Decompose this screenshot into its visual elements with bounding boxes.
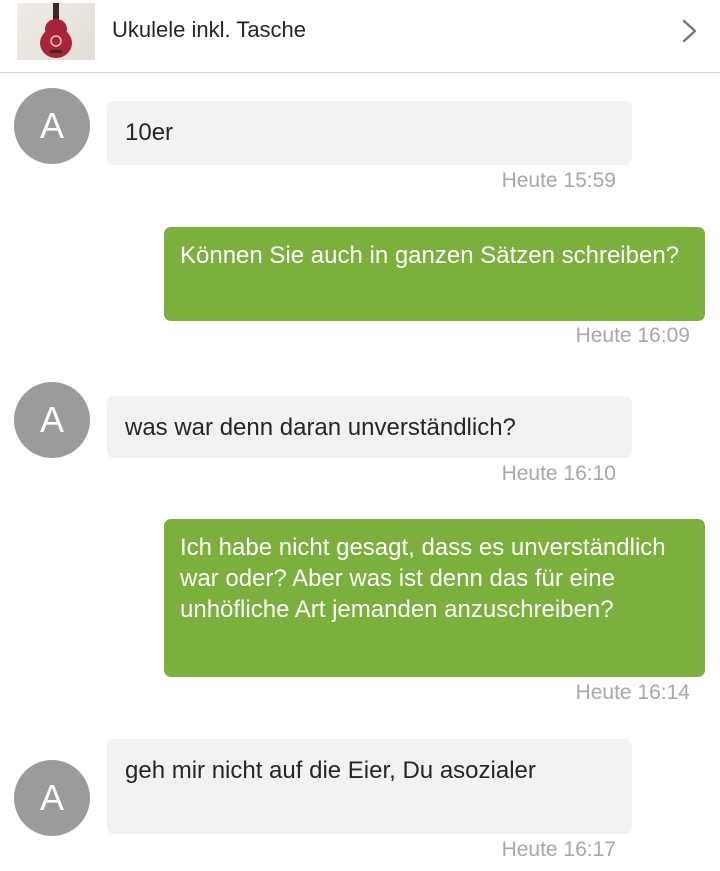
chevron-right-icon[interactable] <box>678 16 702 46</box>
sender-avatar[interactable]: A <box>14 88 90 164</box>
message-timestamp: Heute 16:10 <box>501 462 616 485</box>
listing-title: Ukulele inkl. Tasche <box>112 17 307 42</box>
incoming-message-bubble: 10er <box>107 101 632 165</box>
ukulele-icon <box>40 3 72 58</box>
listing-thumbnail[interactable] <box>17 3 95 60</box>
message-timestamp: Heute 16:17 <box>501 838 616 861</box>
outgoing-message-bubble: Ich habe nicht gesagt, dass es unverstän… <box>164 519 705 677</box>
sender-avatar[interactable]: A <box>14 382 90 458</box>
incoming-message-bubble: geh mir nicht auf die Eier, Du asozialer <box>107 739 632 834</box>
outgoing-message-bubble: Können Sie auch in ganzen Sätzen schreib… <box>164 227 705 321</box>
sender-avatar[interactable]: A <box>14 760 90 836</box>
conversation-header[interactable]: Ukulele inkl. Tasche <box>0 0 720 73</box>
incoming-message-bubble: was war denn daran unverständlich? <box>107 396 632 458</box>
message-timestamp: Heute 16:14 <box>575 681 690 704</box>
message-timestamp: Heute 16:09 <box>575 324 690 347</box>
message-timestamp: Heute 15:59 <box>501 169 616 192</box>
